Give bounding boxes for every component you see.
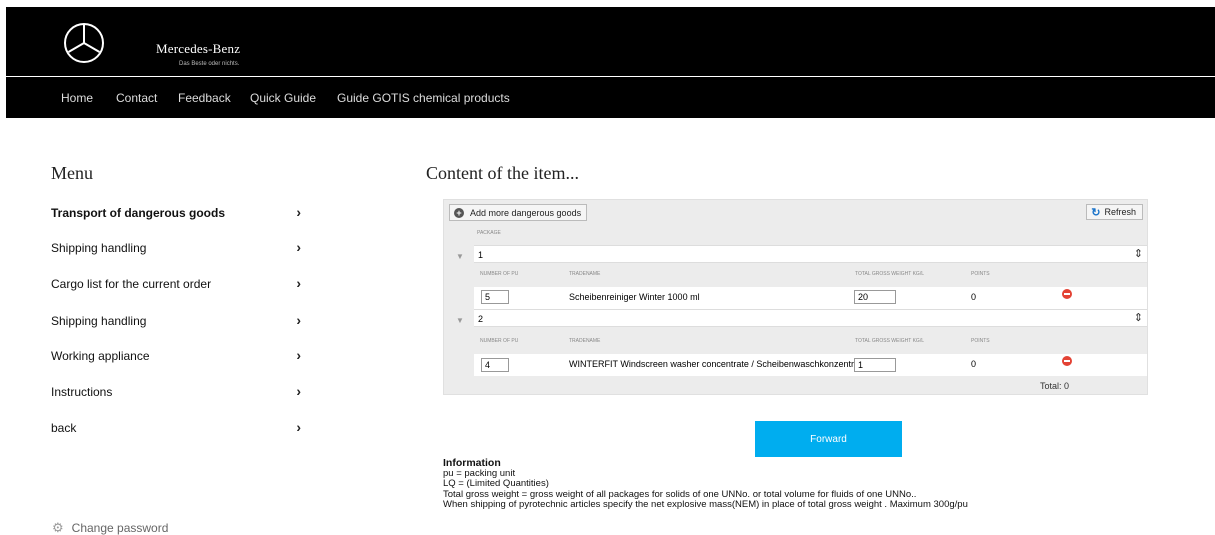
change-password-link[interactable]: ⚙ Change password [52, 520, 168, 535]
column-header-total-gross-weight: TOTAL GROSS WEIGHT KG/L [855, 338, 924, 344]
tradename-cell: WINTERFIT Windscreen washer concentrate … [569, 359, 862, 369]
nav-feedback[interactable]: Feedback [178, 91, 231, 105]
points-cell: 0 [971, 292, 977, 302]
brand-bar: Mercedes-Benz Das Beste oder nichts. [6, 7, 1215, 76]
table-row: 5 Scheibenreiniger Winter 1000 ml 20 0 [474, 287, 1147, 309]
chevron-right-icon: › [296, 347, 301, 363]
gross-weight-field[interactable]: 20 [854, 290, 896, 304]
add-button-label: Add more dangerous goods [470, 207, 582, 218]
top-strip [0, 0, 1215, 7]
sidebar-item-label: Working appliance [51, 349, 150, 363]
sidebar-item-label: Shipping handling [51, 241, 147, 255]
sidebar-item-working-appliance[interactable]: Working appliance › [51, 347, 301, 369]
sidebar-item-shipping-handling[interactable]: Shipping handling › [51, 239, 301, 261]
total-label: Total: 0 [1040, 381, 1070, 391]
chevron-right-icon: › [296, 239, 301, 255]
triangle-down-icon[interactable]: ▼ [456, 316, 464, 325]
chevron-right-icon: › [296, 204, 301, 220]
spinner-icon[interactable]: ⇕ [1134, 247, 1143, 260]
column-header-number-of-pu: NUMBER OF PU [480, 271, 519, 277]
chevron-right-icon: › [296, 312, 301, 328]
nav-quick-guide[interactable]: Quick Guide [250, 91, 316, 105]
information-title: Information [443, 457, 501, 469]
nav-contact[interactable]: Contact [116, 91, 157, 105]
chevron-right-icon: › [296, 419, 301, 435]
table-row: 4 WINTERFIT Windscreen washer concentrat… [474, 354, 1147, 376]
sidebar-item-label: back [51, 421, 77, 435]
information-block: Information pu = packing unit LQ = (Limi… [443, 458, 968, 511]
column-header-points: POINTS [971, 271, 990, 277]
brand-name: Mercedes-Benz [156, 41, 241, 56]
column-header-number-of-pu: NUMBER OF PU [480, 338, 519, 344]
information-line: When shipping of pyrotechnic articles sp… [443, 499, 968, 510]
plus-circle-icon: + [454, 207, 464, 218]
sidebar-item-label: Transport of dangerous goods [51, 206, 226, 220]
column-header-tradename: TRADENAME [569, 271, 601, 277]
column-header-total-gross-weight: TOTAL GROSS WEIGHT KG/L [855, 271, 924, 277]
tradename-cell: Scheibenreiniger Winter 1000 ml [569, 292, 700, 302]
sidebar-item-instructions[interactable]: Instructions › [51, 383, 301, 405]
gear-icon: ⚙ [52, 520, 64, 535]
chevron-right-icon: › [296, 275, 301, 291]
nav-guide-gotis[interactable]: Guide GOTIS chemical products [337, 91, 510, 105]
information-line: LQ = (Limited Quantities) [443, 478, 549, 489]
brand-slogan: Das Beste oder nichts. [179, 61, 240, 67]
spinner-icon[interactable]: ⇕ [1134, 311, 1143, 324]
add-dangerous-goods-button[interactable]: + Add more dangerous goods [449, 204, 588, 221]
change-password-label: Change password [71, 521, 169, 535]
sidebar-item-back[interactable]: back › [51, 419, 301, 441]
column-header-package: PACKAGE [477, 230, 501, 236]
package-number: 1 [478, 250, 484, 260]
menu-title: Menu [51, 163, 93, 183]
nav-home[interactable]: Home [61, 91, 93, 105]
page-title: Content of the item... [426, 163, 579, 183]
refresh-button[interactable]: ↻ Refresh [1086, 204, 1143, 220]
number-of-pu-field[interactable]: 5 [481, 290, 509, 304]
sidebar-item-cargo-list[interactable]: Cargo list for the current order › [51, 275, 301, 297]
package-row[interactable]: 2 ⇕ [474, 309, 1147, 327]
triangle-down-icon[interactable]: ▼ [456, 252, 464, 261]
sidebar-item-label: Cargo list for the current order [51, 277, 212, 291]
dangerous-goods-grid: + Add more dangerous goods ↻ Refresh PACKA… [443, 199, 1148, 395]
package-row[interactable]: 1 ⇕ [474, 245, 1147, 263]
package-number: 2 [478, 314, 484, 324]
points-cell: 0 [971, 359, 977, 369]
column-header-points: POINTS [971, 338, 990, 344]
remove-icon[interactable] [1062, 289, 1072, 299]
chevron-right-icon: › [296, 383, 301, 399]
column-header-tradename: TRADENAME [569, 338, 601, 344]
remove-icon[interactable] [1062, 356, 1072, 366]
sidebar-item-label: Shipping handling [51, 314, 147, 328]
mercedes-star-logo[interactable] [62, 21, 106, 65]
sidebar-item-transport-dangerous-goods[interactable]: Transport of dangerous goods › [51, 204, 301, 226]
refresh-icon: ↻ [1091, 206, 1101, 219]
sidebar-item-shipping-handling-2[interactable]: Shipping handling › [51, 312, 301, 334]
forward-button[interactable]: Forward [755, 421, 902, 457]
refresh-button-label: Refresh [1104, 207, 1136, 217]
sidebar-item-label: Instructions [51, 385, 113, 399]
gross-weight-field[interactable]: 1 [854, 358, 896, 372]
number-of-pu-field[interactable]: 4 [481, 358, 509, 372]
main-nav: Home Contact Feedback Quick Guide Guide … [6, 77, 1215, 118]
